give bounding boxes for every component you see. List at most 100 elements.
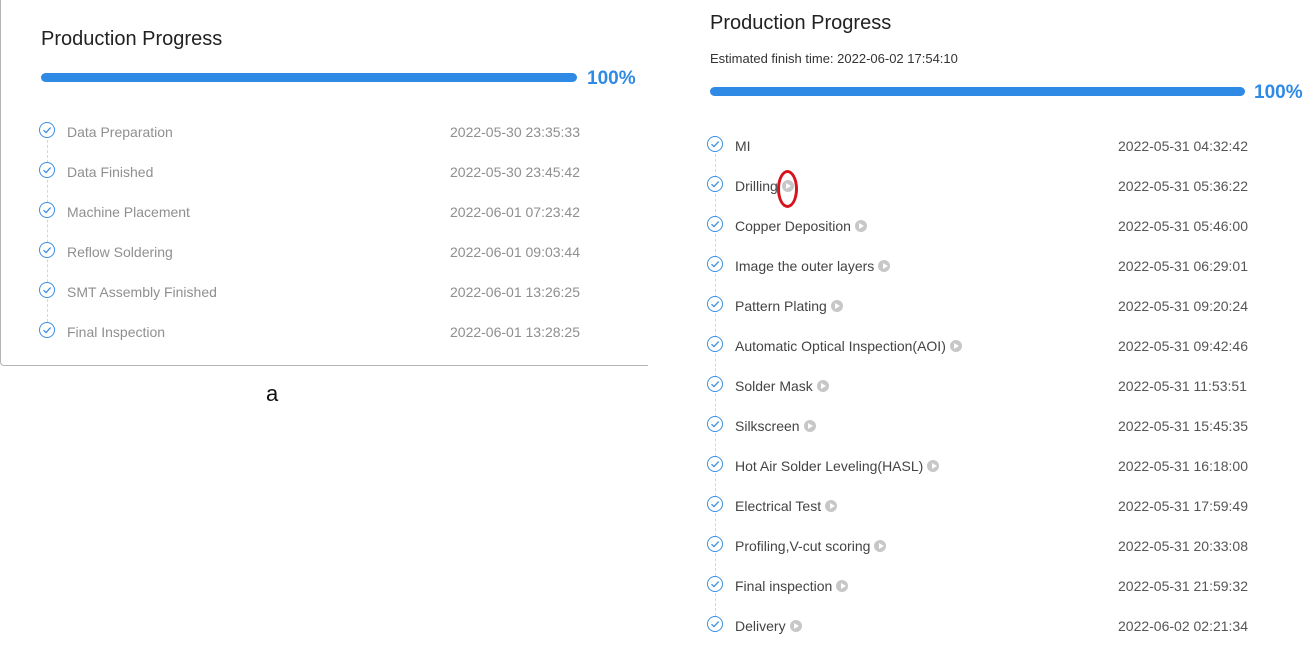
play-circle-icon[interactable]	[874, 540, 887, 552]
play-circle-icon[interactable]	[854, 220, 867, 232]
step-time: 2022-05-30 23:35:33	[450, 124, 580, 140]
check-circle-icon	[39, 162, 55, 178]
estimated-finish-time: Estimated finish time: 2022-06-02 17:54:…	[710, 51, 958, 66]
step-row: Delivery 2022-06-02 02:21:34	[650, 615, 1312, 637]
play-circle-icon[interactable]	[878, 260, 891, 272]
step-time: 2022-06-01 07:23:42	[450, 204, 580, 220]
step-name: Silkscreen	[735, 418, 816, 434]
step-name-text: Hot Air Solder Leveling(HASL)	[735, 458, 924, 474]
step-name: Data Preparation	[67, 124, 173, 140]
step-name-text: Delivery	[735, 618, 786, 634]
progress-percent: 100%	[587, 68, 636, 89]
step-name-text: Final Inspection	[67, 324, 166, 340]
play-circle-icon[interactable]	[830, 300, 843, 312]
step-name-text: Silkscreen	[735, 418, 800, 434]
step-name: Profiling,V-cut scoring	[735, 538, 887, 554]
step-row: Drilling 2022-05-31 05:36:22	[650, 175, 1312, 197]
highlight-ring	[777, 170, 798, 208]
step-row: Image the outer layers 2022-05-31 06:29:0…	[650, 255, 1312, 277]
check-circle-icon	[39, 322, 55, 338]
step-time: 2022-05-31 16:18:00	[1118, 458, 1248, 474]
check-circle-icon	[707, 536, 723, 552]
step-name-text: Solder Mask	[735, 378, 813, 394]
step-name: Electrical Test	[735, 498, 838, 514]
step-name: Copper Deposition	[735, 218, 867, 234]
play-circle-icon[interactable]	[949, 340, 962, 352]
step-name: Hot Air Solder Leveling(HASL)	[735, 458, 940, 474]
step-name-text: Data Finished	[67, 164, 154, 180]
play-circle-icon[interactable]	[825, 500, 838, 512]
progress-bar	[710, 87, 1245, 96]
step-time: 2022-05-31 21:59:32	[1118, 578, 1248, 594]
check-circle-icon	[39, 202, 55, 218]
step-name-text: Reflow Soldering	[67, 244, 173, 260]
check-circle-icon	[707, 256, 723, 272]
check-circle-icon	[707, 216, 723, 232]
step-row: Pattern Plating 2022-05-31 09:20:24	[650, 295, 1312, 317]
step-row: Profiling,V-cut scoring 2022-05-31 20:33:…	[650, 535, 1312, 557]
step-time: 2022-05-31 09:20:24	[1118, 298, 1248, 314]
progress-percent: 100%	[1254, 82, 1303, 103]
step-time: 2022-05-31 15:45:35	[1118, 418, 1248, 434]
step-time: 2022-06-01 13:26:25	[450, 284, 580, 300]
play-circle-icon[interactable]	[816, 380, 829, 392]
step-row: Final inspection 2022-05-31 21:59:32	[650, 575, 1312, 597]
step-name-text: Pattern Plating	[735, 298, 827, 314]
panel-title: Production Progress	[41, 28, 223, 50]
step-row: MI 2022-05-31 04:32:42	[650, 135, 1312, 157]
step-time: 2022-06-02 02:21:34	[1118, 618, 1248, 634]
progress-bar	[41, 73, 577, 82]
step-time: 2022-05-31 04:32:42	[1118, 138, 1248, 154]
step-row: Electrical Test 2022-05-31 17:59:49	[650, 495, 1312, 517]
step-row: Silkscreen 2022-05-31 15:45:35	[650, 415, 1312, 437]
check-circle-icon	[707, 176, 723, 192]
step-row: Reflow Soldering 2022-06-01 09:03:44	[1, 241, 648, 263]
check-circle-icon	[707, 136, 723, 152]
step-time: 2022-05-30 23:45:42	[450, 164, 580, 180]
play-circle-icon[interactable]	[789, 620, 802, 632]
check-circle-icon	[39, 122, 55, 138]
step-name-text: Final inspection	[735, 578, 833, 594]
step-name: Final Inspection	[67, 324, 165, 340]
step-name: Machine Placement	[67, 204, 190, 220]
step-name: Image the outer layers	[735, 258, 891, 274]
step-row: Copper Deposition 2022-05-31 05:46:00	[650, 215, 1312, 237]
step-time: 2022-05-31 11:53:51	[1118, 378, 1247, 394]
step-time: 2022-05-31 05:36:22	[1118, 178, 1248, 194]
play-circle-icon[interactable]	[927, 460, 940, 472]
step-name: Solder Mask	[735, 378, 829, 394]
check-circle-icon	[707, 456, 723, 472]
step-time: 2022-06-01 09:03:44	[450, 244, 580, 260]
step-row: Final Inspection 2022-06-01 13:28:25	[1, 321, 648, 343]
step-row: Data Preparation 2022-05-30 23:35:33	[1, 121, 648, 143]
step-name-text: Automatic Optical Inspection(AOI)	[735, 338, 946, 354]
step-name-text: Electrical Test	[735, 498, 822, 514]
step-time: 2022-06-01 13:28:25	[450, 324, 580, 340]
step-name: Data Finished	[67, 164, 153, 180]
play-circle-icon[interactable]	[836, 580, 849, 592]
check-circle-icon	[39, 242, 55, 258]
step-name: MI	[735, 138, 751, 154]
check-circle-icon	[39, 282, 55, 298]
step-time: 2022-05-31 06:29:01	[1118, 258, 1248, 274]
step-time: 2022-05-31 20:33:08	[1118, 538, 1248, 554]
production-progress-panel-b: Production Progress Estimated finish tim…	[650, 0, 1312, 658]
step-name-text: Copper Deposition	[735, 218, 851, 234]
panel-title: Production Progress	[710, 12, 892, 34]
check-circle-icon	[707, 416, 723, 432]
check-circle-icon	[707, 296, 723, 312]
step-name-text: MI	[735, 138, 751, 154]
step-name: SMT Assembly Finished	[67, 284, 217, 300]
step-row: Machine Placement 2022-06-01 07:23:42	[1, 201, 648, 223]
check-circle-icon	[707, 576, 723, 592]
step-time: 2022-05-31 05:46:00	[1118, 218, 1248, 234]
step-name: Automatic Optical Inspection(AOI)	[735, 338, 962, 354]
check-circle-icon	[707, 376, 723, 392]
step-name-text: Data Preparation	[67, 124, 173, 140]
step-row: Data Finished 2022-05-30 23:45:42	[1, 161, 648, 183]
play-circle-icon[interactable]	[803, 420, 816, 432]
check-circle-icon	[707, 616, 723, 632]
step-name-text: SMT Assembly Finished	[67, 284, 217, 300]
step-time: 2022-05-31 17:59:49	[1118, 498, 1248, 514]
step-row: Solder Mask 2022-05-31 11:53:51	[650, 375, 1312, 397]
